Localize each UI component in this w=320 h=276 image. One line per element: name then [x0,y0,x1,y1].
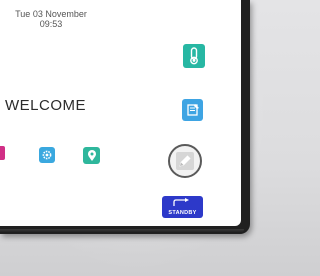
bezel-edge [0,229,244,233]
map-pin-icon [87,149,96,161]
return-arrow-icon [173,198,189,206]
gear-icon [42,150,52,160]
standby-button[interactable]: STANDBY [162,196,203,218]
pink-tile-button[interactable] [0,146,5,160]
device-panel: Tue 03 November 09:53 WELCOME STANDBY [0,0,250,234]
settings-button[interactable] [39,147,55,163]
document-button[interactable] [182,99,203,121]
datetime-display: Tue 03 November 09:53 [8,9,94,29]
thermometer-icon [190,47,198,65]
edit-button[interactable] [168,144,202,178]
standby-label: STANDBY [168,210,197,216]
pen-icon [179,155,191,167]
edit-tile [176,152,194,170]
thermostat-button[interactable] [183,44,205,68]
touch-screen: Tue 03 November 09:53 WELCOME STANDBY [0,0,241,226]
welcome-title: WELCOME [5,97,87,114]
document-edit-icon [186,104,199,116]
time-text: 09:53 [39,19,63,29]
date-text: Tue 03 November [15,9,87,19]
location-button[interactable] [83,147,100,164]
